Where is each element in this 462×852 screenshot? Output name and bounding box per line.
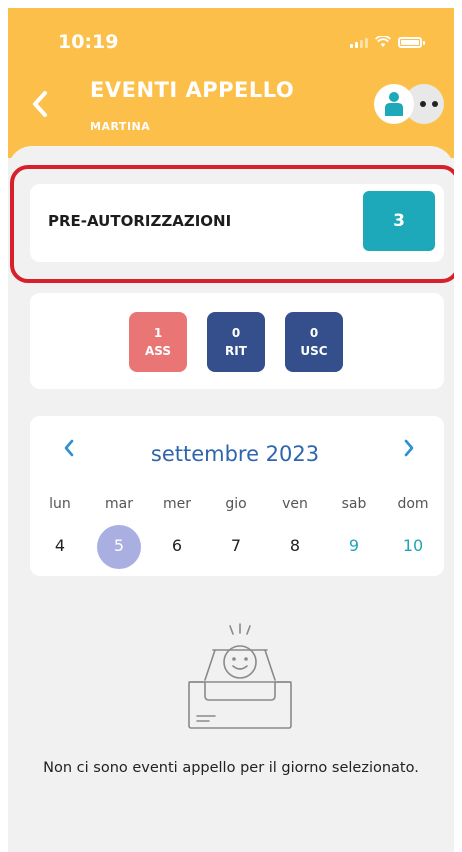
calendar-day[interactable]: 9 bbox=[329, 536, 379, 555]
badge-ass-label: ASS bbox=[144, 344, 172, 358]
app-screen: 10:19 EVENTI APPELLO MARTINA PRE-AUTORIZ… bbox=[8, 8, 454, 852]
preauthorizations-label: PRE-AUTORIZZAZIONI bbox=[48, 212, 232, 230]
weekday-label: sab bbox=[341, 496, 367, 512]
weekday-label: gio bbox=[225, 496, 247, 512]
previous-week-button[interactable] bbox=[63, 438, 75, 463]
badge-rit[interactable]: 0 RIT bbox=[207, 312, 265, 372]
badge-usc[interactable]: 0 USC bbox=[285, 312, 343, 372]
preauthorizations-count-button[interactable]: 3 bbox=[363, 191, 435, 251]
calendar-day[interactable]: 8 bbox=[270, 536, 320, 555]
battery-icon bbox=[398, 37, 425, 48]
status-time: 10:19 bbox=[58, 31, 119, 53]
calendar-day[interactable]: 6 bbox=[152, 536, 202, 555]
calendar-day[interactable]: 7 bbox=[211, 536, 261, 555]
calendar-day-selected[interactable]: 5 bbox=[94, 536, 144, 555]
wifi-icon bbox=[375, 36, 391, 47]
chevron-left-icon bbox=[64, 439, 74, 457]
weekday-label: ven bbox=[282, 496, 308, 512]
avatar-button[interactable] bbox=[374, 84, 414, 124]
next-week-button[interactable] bbox=[403, 438, 415, 463]
badge-rit-value: 0 bbox=[231, 326, 241, 340]
calendar-day[interactable]: 4 bbox=[35, 536, 85, 555]
calendar-day[interactable]: 10 bbox=[388, 536, 438, 555]
person-icon bbox=[385, 92, 403, 116]
badge-ass[interactable]: 1 ASS bbox=[129, 312, 187, 372]
signal-icon bbox=[350, 38, 368, 48]
weekday-label: mar bbox=[105, 496, 133, 512]
back-button[interactable] bbox=[24, 88, 56, 120]
chevron-right-icon bbox=[404, 439, 414, 457]
empty-state-message: Non ci sono eventi appello per il giorno… bbox=[43, 760, 419, 776]
page-title: EVENTI APPELLO bbox=[90, 78, 295, 102]
badge-usc-label: USC bbox=[300, 344, 328, 358]
chevron-left-icon bbox=[33, 91, 47, 117]
weekday-label: dom bbox=[397, 496, 429, 512]
more-dots-icon bbox=[420, 101, 438, 107]
badge-ass-value: 1 bbox=[153, 326, 163, 340]
empty-inbox-icon bbox=[188, 623, 292, 729]
page-subtitle: MARTINA bbox=[90, 120, 151, 133]
status-icons bbox=[350, 36, 425, 48]
badge-rit-label: RIT bbox=[225, 344, 247, 358]
badge-usc-value: 0 bbox=[309, 326, 319, 340]
weekday-label: mer bbox=[162, 496, 191, 512]
header: 10:19 EVENTI APPELLO MARTINA bbox=[8, 8, 454, 158]
calendar-month-label[interactable]: settembre 2023 bbox=[140, 442, 330, 466]
weekday-label: lun bbox=[49, 496, 71, 512]
